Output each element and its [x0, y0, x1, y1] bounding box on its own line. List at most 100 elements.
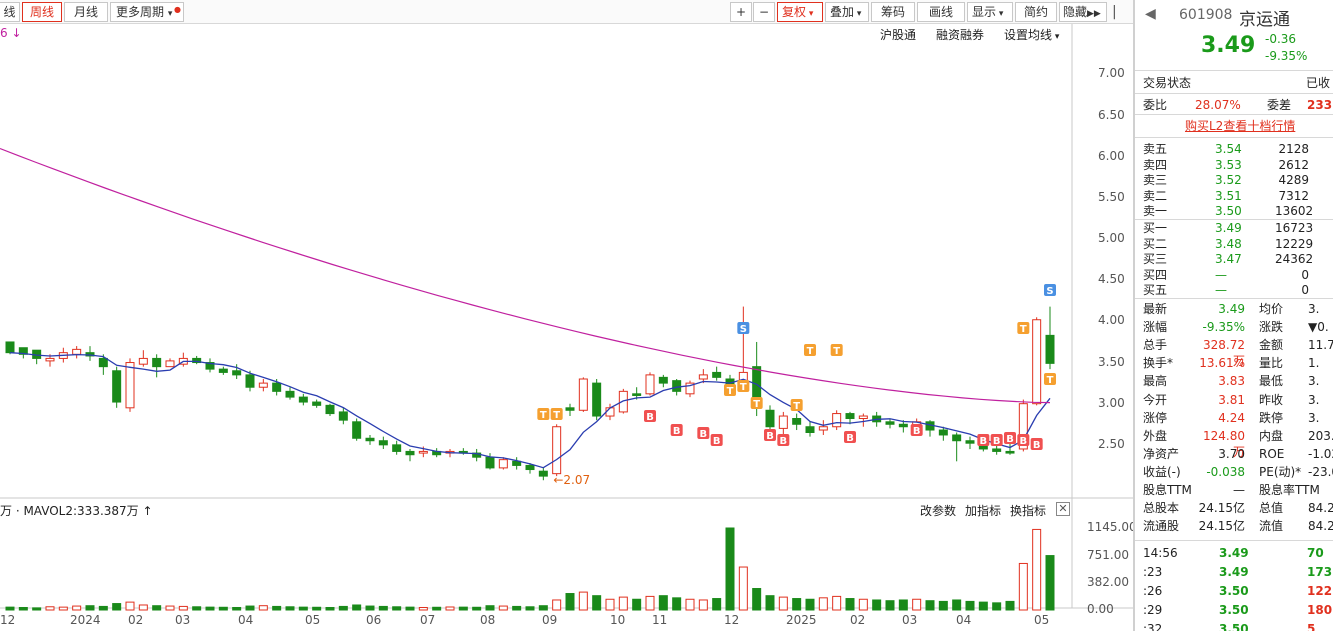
kline-chart[interactable]: ←2.07BB BB B B BBB B B B BT TT TT TT TTTSS — [0, 24, 1133, 631]
candle-body — [98, 357, 108, 368]
volume-bar — [405, 606, 415, 611]
volume-bar — [338, 605, 348, 611]
book-volume: 2128 — [1278, 142, 1309, 156]
time-tick: 11 — [652, 613, 668, 627]
add-indicator-button[interactable]: 加指标 — [965, 502, 1001, 519]
volume-bar — [525, 606, 535, 611]
volume-bar — [432, 606, 442, 611]
book-price: — — [1215, 283, 1227, 297]
volume-bar — [232, 606, 242, 611]
t-badge-text: T — [740, 382, 747, 393]
candle-body — [592, 382, 602, 417]
volume-bar — [258, 605, 268, 611]
candle-body — [152, 357, 162, 368]
volume-bar — [512, 605, 522, 611]
candle-body — [365, 437, 375, 442]
candle-body — [858, 415, 868, 420]
buy-badge-text: B — [700, 429, 708, 440]
draw-button[interactable]: 画线 — [917, 2, 965, 22]
switch-indicator-button[interactable]: 换指标 — [1010, 502, 1046, 519]
tick-time: :32 — [1143, 622, 1163, 631]
candle-body — [658, 376, 668, 384]
overlay-button[interactable]: 叠加 ▾ — [825, 2, 869, 22]
price-tick: 2.50 — [1098, 436, 1125, 451]
display-button[interactable]: 显示 ▾ — [967, 2, 1013, 22]
book-label: 卖四 — [1143, 157, 1168, 172]
vertical-bar-icon[interactable]: | — [1112, 4, 1117, 20]
hide-button[interactable]: 隐藏▶▶ — [1059, 2, 1107, 22]
volume-bar — [632, 598, 642, 611]
trade-status-label: 交易状态 — [1143, 76, 1192, 90]
fuquan-button[interactable]: 复权 ▾ — [777, 2, 823, 22]
stat-value: 203.92 — [1308, 428, 1333, 443]
book-label: 买四 — [1143, 267, 1168, 282]
tab-line[interactable]: 线 — [0, 2, 20, 22]
volume-bar — [85, 605, 95, 611]
divider — [1135, 540, 1333, 541]
stat-value: 11.72 — [1308, 338, 1333, 353]
zoom-out-button[interactable]: − — [753, 2, 775, 22]
divider — [1135, 93, 1333, 94]
volume-bar — [312, 606, 322, 611]
time-tick: 03 — [175, 613, 191, 627]
volume-bar — [965, 600, 975, 611]
volume-bar — [392, 606, 402, 611]
chips-button[interactable]: 筹码 — [871, 2, 915, 22]
volume-bar — [752, 588, 762, 611]
back-icon[interactable]: ◀ — [1145, 6, 1156, 22]
volume-bar — [898, 599, 908, 611]
time-tick: 02 — [128, 613, 144, 627]
stat-label: 流通股 — [1143, 519, 1180, 534]
sell-badge-text: S — [1046, 286, 1053, 297]
stat-value: 13.61% — [1199, 356, 1245, 371]
t-badge-text: T — [540, 410, 547, 421]
volume-bar — [5, 606, 15, 611]
volume-bar — [685, 598, 695, 611]
candle-body — [938, 429, 948, 436]
book-label: 卖五 — [1143, 142, 1168, 156]
l2-link[interactable]: 购买L2查看十档行情 — [1185, 118, 1295, 134]
tick-volume: 70 — [1307, 546, 1324, 560]
stat-label: PE(动)* — [1259, 464, 1302, 479]
candle-body — [845, 413, 855, 420]
tab-week[interactable]: 周线 — [22, 2, 62, 22]
book-label: 卖一 — [1143, 204, 1168, 218]
candle-body — [352, 421, 362, 439]
price-change-pct: -9.35% — [1265, 49, 1308, 63]
price-tick: 3.00 — [1098, 395, 1125, 410]
candle-body — [778, 415, 788, 429]
volume-bar — [1018, 562, 1028, 611]
weicha-value: 233 — [1307, 98, 1333, 112]
tick-time: 14:56 — [1143, 546, 1178, 560]
stat-label: 收益(-) — [1143, 464, 1181, 479]
volume-bar — [58, 606, 68, 611]
volume-bar — [98, 605, 108, 611]
tick-time: :23 — [1143, 565, 1163, 579]
time-tick: 04 — [238, 613, 254, 627]
stat-label: 涨跌 — [1259, 320, 1284, 335]
volume-bar — [578, 591, 588, 611]
candle-body — [498, 459, 508, 469]
candle-body — [698, 374, 708, 380]
volume-bar — [32, 607, 42, 611]
weicha-label: 委差 — [1267, 98, 1292, 112]
candle-body — [312, 401, 322, 406]
volume-bar — [325, 606, 335, 611]
divider — [1135, 114, 1333, 115]
edit-params-button[interactable]: 改参数 — [920, 502, 956, 519]
stat-label: 涨停 — [1143, 410, 1168, 425]
volume-bar — [498, 605, 508, 611]
time-tick: 12 — [0, 613, 16, 627]
book-volume: 7312 — [1278, 188, 1309, 203]
volume-bar — [952, 599, 962, 611]
stat-value: — — [1233, 483, 1245, 497]
close-icon[interactable]: ✕ — [1056, 502, 1070, 516]
simple-button[interactable]: 简约 — [1015, 2, 1057, 22]
tab-more-periods[interactable]: 更多周期 ▾ ● — [110, 2, 184, 22]
candle-body — [285, 390, 295, 398]
zoom-in-button[interactable]: + — [730, 2, 752, 22]
tab-month[interactable]: 月线 — [64, 2, 108, 22]
candle-body — [378, 440, 388, 446]
buy-badge-text: B — [713, 436, 721, 447]
volume-tick: 382.00 — [1087, 574, 1129, 589]
